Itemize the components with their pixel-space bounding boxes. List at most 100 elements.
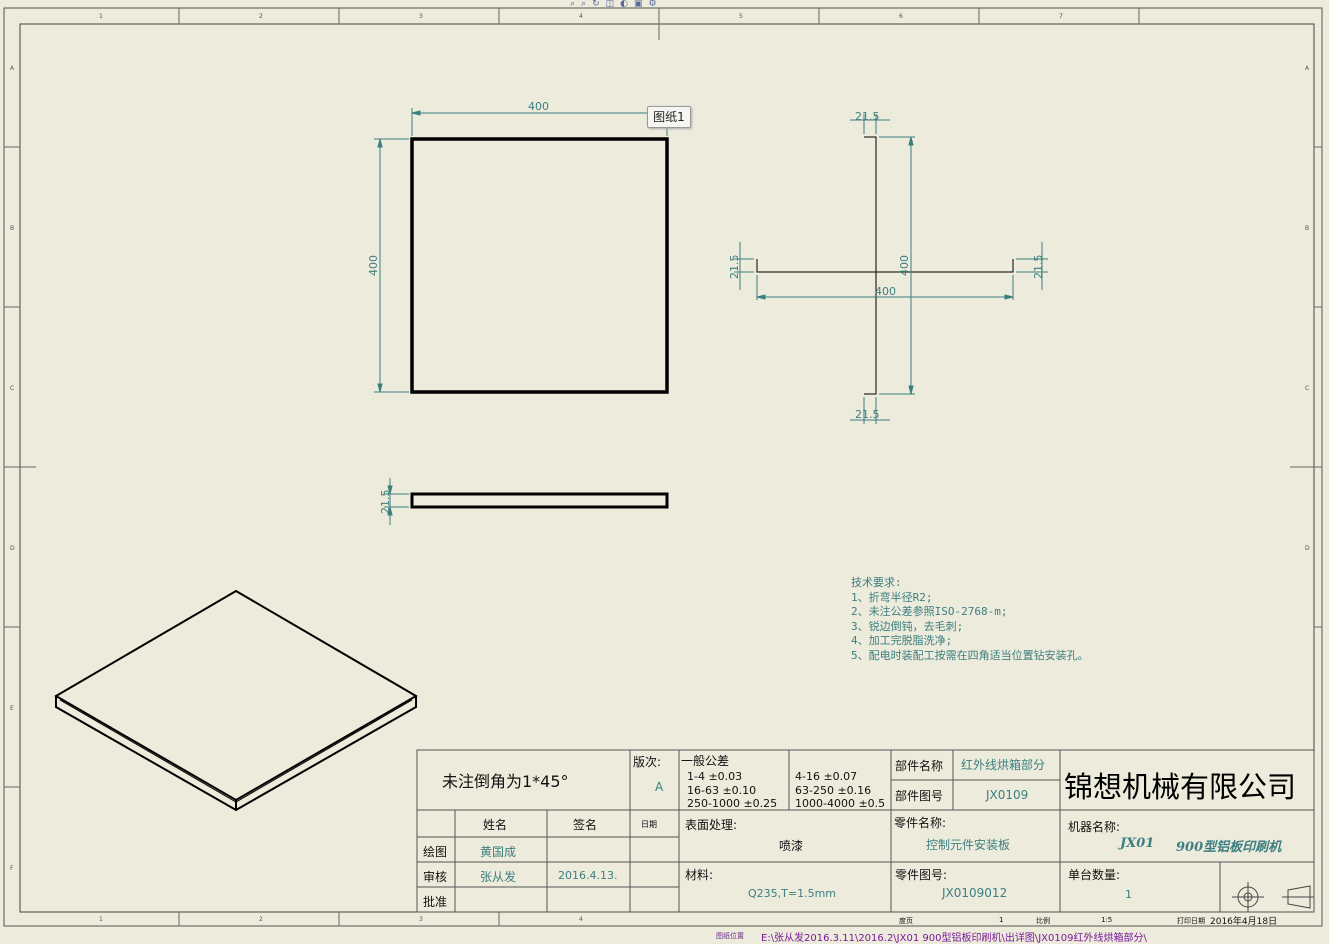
col-sign-header: 签名 bbox=[573, 818, 598, 832]
isometric-view[interactable] bbox=[54, 589, 418, 812]
tech-req-item: 5、配电时装配工按需在四角适当位置钻安装孔。 bbox=[851, 648, 1089, 662]
path-label: 图纸位置 bbox=[716, 932, 744, 940]
version-label: 版次: bbox=[633, 755, 662, 769]
chamfer-note: 未注倒角为1*45° bbox=[442, 772, 569, 791]
zone-row-b: B bbox=[10, 225, 14, 232]
view-toolbar: ⌕ ⌕ ↻ ◫ ◐ ▣ ⚙ bbox=[570, 0, 657, 9]
print-date-value: 2016年4月18日 bbox=[1210, 917, 1278, 927]
file-path-bar: 图纸位置 E:\张从发2016.3.11\2016.2\JX01 900型铝板印… bbox=[0, 928, 1329, 944]
tolerance-right: 4-16 ±0.07 63-250 ±0.16 1000-4000 ±0.5 bbox=[795, 770, 885, 811]
technical-requirements: 技术要求: 1、折弯半径R2; 2、未注公差参照ISO-2768-m; 3、锐边… bbox=[851, 576, 1089, 663]
tolerance-row: 63-250 ±0.16 bbox=[795, 783, 872, 797]
zone-row-rd: D bbox=[1305, 545, 1310, 552]
sheet-count-value: 1 bbox=[999, 916, 1004, 924]
side-view-outline[interactable] bbox=[410, 492, 669, 509]
component-name-label: 零件名称: bbox=[894, 816, 947, 830]
surface-label: 表面处理: bbox=[685, 818, 738, 832]
zone-col-3: 3 bbox=[419, 13, 423, 20]
zoom-area-icon[interactable]: ⌕ bbox=[581, 0, 586, 9]
side-height-dim: 21.5 bbox=[379, 490, 392, 515]
scale-label: 比例 bbox=[1036, 917, 1050, 925]
material-label: 材料: bbox=[685, 868, 714, 882]
row-draw-label: 绘图 bbox=[423, 845, 448, 859]
machine-name: 900型铝板印刷机 bbox=[1176, 840, 1282, 855]
flange-top-dim: 21.5 bbox=[855, 110, 880, 123]
check-name: 张从发 bbox=[480, 870, 517, 884]
zone-row-ra: A bbox=[1305, 65, 1310, 72]
col-date-header: 日期 bbox=[641, 820, 657, 829]
material-value: Q235,T=1.5mm bbox=[748, 887, 837, 900]
zone-col-4: 4 bbox=[579, 13, 583, 20]
flat-pattern-lines bbox=[756, 136, 1014, 395]
file-path: E:\张从发2016.3.11\2016.2\JX01 900型铝板印刷机\出详… bbox=[761, 933, 1147, 944]
zone-col-b3: 3 bbox=[419, 916, 423, 923]
part-no-label: 部件图号 bbox=[895, 789, 944, 803]
zone-row-c: C bbox=[10, 385, 14, 392]
tolerance-row: 16-63 ±0.10 bbox=[687, 783, 757, 797]
surface-value: 喷漆 bbox=[779, 839, 804, 853]
sheet-count-label: 度页 bbox=[899, 917, 913, 925]
flat-height-dim: 400 bbox=[898, 255, 911, 276]
machine-label: 机器名称: bbox=[1068, 820, 1121, 834]
tech-req-item: 1、折弯半径R2; bbox=[851, 590, 933, 604]
flat-pattern-view[interactable]: 21.5 21.5 21.5 21.5 400 400 bbox=[728, 110, 1048, 424]
row-approve-label: 批准 bbox=[423, 895, 448, 909]
row-check-label: 审核 bbox=[423, 870, 448, 884]
tolerance-row: 1-4 ±0.03 bbox=[687, 770, 743, 783]
sheet-tab[interactable]: 图纸1 bbox=[647, 106, 691, 128]
tech-req-item: 2、未注公差参照ISO-2768-m; bbox=[851, 605, 1008, 618]
drawing-sheet: 1 2 3 4 5 6 7 1 2 3 4 A B C D E F A B C … bbox=[0, 0, 1329, 944]
component-no-label: 零件图号: bbox=[895, 868, 948, 882]
qty-value: 1 bbox=[1125, 888, 1132, 901]
flange-bottom-dim: 21.5 bbox=[855, 408, 880, 421]
display-style-icon[interactable]: ◐ bbox=[620, 0, 628, 9]
tolerance-title: 一般公差 bbox=[681, 754, 730, 768]
zoom-fit-icon[interactable]: ⌕ bbox=[570, 0, 575, 9]
zone-col-2: 2 bbox=[259, 13, 263, 20]
tech-req-title: 技术要求: bbox=[851, 576, 902, 589]
tolerance-row: 250-1000 ±0.25 bbox=[687, 797, 778, 810]
part-no-value: JX0109 bbox=[986, 788, 1029, 802]
qty-label: 单台数量: bbox=[1068, 868, 1121, 882]
component-no-value: JX0109012 bbox=[942, 886, 1008, 900]
flange-right-dim: 21.5 bbox=[1032, 255, 1045, 280]
tolerance-row: 1000-4000 ±0.5 bbox=[795, 797, 886, 810]
check-date: 2016.4.13. bbox=[558, 869, 618, 882]
tech-req-item: 3、锐边倒钝，去毛刺; bbox=[851, 619, 964, 633]
hide-show-icon[interactable]: ▣ bbox=[634, 0, 643, 9]
front-width-dim: 400 bbox=[528, 100, 549, 113]
front-height-dim: 400 bbox=[367, 255, 380, 276]
machine-code: JX01 bbox=[1120, 836, 1155, 851]
part-name-label: 部件名称 bbox=[895, 759, 944, 773]
zone-row-a: A bbox=[10, 65, 15, 72]
front-view-outline[interactable] bbox=[410, 137, 669, 394]
zone-row-d: D bbox=[10, 545, 15, 552]
rotate-icon[interactable]: ↻ bbox=[592, 0, 600, 9]
settings-icon[interactable]: ⚙ bbox=[649, 0, 657, 9]
zone-row-f: F bbox=[10, 865, 14, 872]
flange-left-dim: 21.5 bbox=[728, 255, 741, 280]
tolerance-row: 4-16 ±0.07 bbox=[795, 770, 858, 783]
view-orientation-icon[interactable]: ◫ bbox=[606, 0, 615, 9]
col-name-header: 姓名 bbox=[483, 818, 508, 832]
side-view[interactable]: 21.5 bbox=[379, 478, 669, 525]
zone-col-b1: 1 bbox=[99, 916, 103, 923]
zone-row-rb: B bbox=[1305, 225, 1309, 232]
tech-req-item: 4、加工完脱脂洗净; bbox=[851, 634, 953, 647]
zone-col-1: 1 bbox=[99, 13, 103, 20]
front-view[interactable]: 400 400 bbox=[367, 100, 669, 394]
zone-col-b4: 4 bbox=[579, 916, 583, 923]
draw-name: 黄国成 bbox=[480, 845, 517, 859]
zone-col-5: 5 bbox=[739, 13, 743, 20]
zone-col-7: 7 bbox=[1059, 13, 1063, 20]
zone-row-rc: C bbox=[1305, 385, 1309, 392]
flat-pattern-dims bbox=[734, 114, 1048, 424]
company-name: 锦想机械有限公司 bbox=[1064, 770, 1297, 804]
print-date-label: 打印日期 bbox=[1177, 917, 1205, 925]
zone-row-e: E bbox=[10, 705, 14, 712]
version-value: A bbox=[655, 780, 664, 794]
projection-symbol-icon bbox=[1232, 882, 1314, 912]
component-name-value: 控制元件安装板 bbox=[926, 838, 1011, 852]
zone-col-b2: 2 bbox=[259, 916, 263, 923]
scale-value: 1:5 bbox=[1101, 916, 1113, 924]
